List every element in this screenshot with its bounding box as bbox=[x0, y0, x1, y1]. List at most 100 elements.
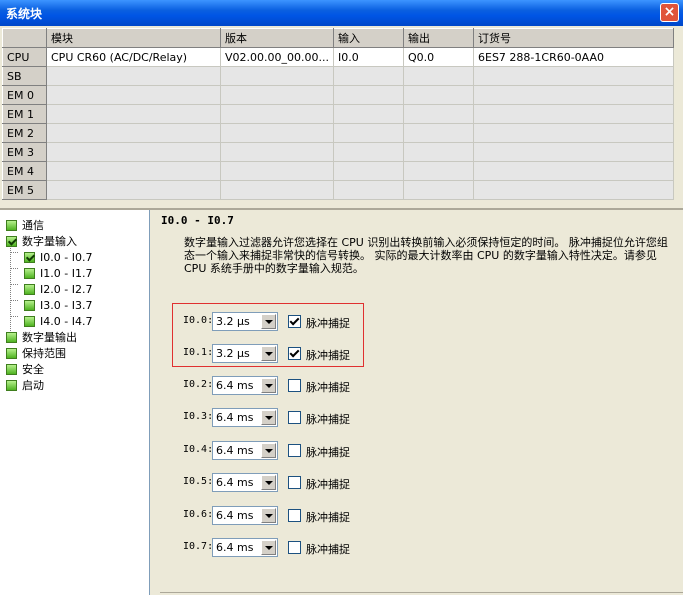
output-cell[interactable] bbox=[403, 161, 474, 181]
filter-time-select[interactable]: 6.4 ms bbox=[212, 408, 278, 427]
table-row[interactable]: SB bbox=[2, 66, 674, 86]
output-cell[interactable] bbox=[403, 66, 474, 86]
order-cell[interactable]: 6ES7 288-1CR60-0AA0 bbox=[473, 47, 674, 67]
input-cell[interactable] bbox=[333, 180, 404, 200]
output-cell[interactable] bbox=[403, 180, 474, 200]
version-cell[interactable] bbox=[220, 123, 334, 143]
module-cell[interactable] bbox=[46, 180, 221, 200]
pulse-capture-checkbox[interactable] bbox=[288, 541, 301, 554]
order-cell[interactable] bbox=[473, 104, 674, 124]
row-header[interactable]: EM 0 bbox=[2, 85, 47, 105]
pulse-capture-label[interactable]: 脉冲捕捉 bbox=[306, 411, 350, 427]
version-cell[interactable] bbox=[220, 104, 334, 124]
highlight-annotation-box bbox=[172, 303, 364, 367]
version-cell[interactable] bbox=[220, 66, 334, 86]
table-row[interactable]: EM 5 bbox=[2, 180, 674, 200]
input-cell[interactable] bbox=[333, 85, 404, 105]
pulse-capture-label[interactable]: 脉冲捕捉 bbox=[306, 476, 350, 492]
input-cell[interactable]: I0.0 bbox=[333, 47, 404, 67]
table-row[interactable]: EM 1 bbox=[2, 104, 674, 124]
version-cell[interactable]: V02.00.00_00.00... bbox=[220, 47, 334, 67]
column-header-version[interactable]: 版本 bbox=[220, 28, 334, 48]
chevron-down-icon[interactable] bbox=[261, 443, 276, 458]
version-cell[interactable] bbox=[220, 180, 334, 200]
input-cell[interactable] bbox=[333, 161, 404, 181]
order-cell[interactable] bbox=[473, 161, 674, 181]
row-header[interactable]: SB bbox=[2, 66, 47, 86]
chevron-down-icon[interactable] bbox=[261, 540, 276, 555]
filter-time-select[interactable]: 6.4 ms bbox=[212, 441, 278, 460]
pulse-capture-label[interactable]: 脉冲捕捉 bbox=[306, 379, 350, 395]
row-header[interactable]: EM 1 bbox=[2, 104, 47, 124]
chevron-down-icon[interactable] bbox=[261, 508, 276, 523]
output-cell[interactable] bbox=[403, 142, 474, 162]
module-cell[interactable] bbox=[46, 123, 221, 143]
table-row[interactable]: EM 2 bbox=[2, 123, 674, 143]
column-header-module[interactable]: 模块 bbox=[46, 28, 221, 48]
input-cell[interactable] bbox=[333, 123, 404, 143]
filter-time-value: 6.4 ms bbox=[216, 411, 254, 424]
chevron-down-icon[interactable] bbox=[261, 475, 276, 490]
tree-connector bbox=[10, 268, 18, 269]
pulse-capture-label[interactable]: 脉冲捕捉 bbox=[306, 509, 350, 525]
filter-time-value: 6.4 ms bbox=[216, 541, 254, 554]
module-cell[interactable]: CPU CR60 (AC/DC/Relay) bbox=[46, 47, 221, 67]
module-cell[interactable] bbox=[46, 104, 221, 124]
module-cell[interactable] bbox=[46, 66, 221, 86]
order-cell[interactable] bbox=[473, 123, 674, 143]
tree-item-label: I1.0 - I1.7 bbox=[40, 267, 93, 280]
pulse-capture-label[interactable]: 脉冲捕捉 bbox=[306, 541, 350, 557]
version-cell[interactable] bbox=[220, 161, 334, 181]
order-cell[interactable] bbox=[473, 85, 674, 105]
output-cell[interactable]: Q0.0 bbox=[403, 47, 474, 67]
module-cell[interactable] bbox=[46, 85, 221, 105]
filter-time-select[interactable]: 6.4 ms bbox=[212, 506, 278, 525]
table-row[interactable]: EM 0 bbox=[2, 85, 674, 105]
pulse-capture-checkbox[interactable] bbox=[288, 444, 301, 457]
order-cell[interactable] bbox=[473, 66, 674, 86]
output-cell[interactable] bbox=[403, 104, 474, 124]
tree-item-label: 数字量输入 bbox=[22, 235, 77, 248]
pulse-capture-checkbox[interactable] bbox=[288, 411, 301, 424]
row-header[interactable]: EM 3 bbox=[2, 142, 47, 162]
input-cell[interactable] bbox=[333, 66, 404, 86]
pulse-capture-checkbox[interactable] bbox=[288, 379, 301, 392]
input-cell[interactable] bbox=[333, 142, 404, 162]
pulse-capture-checkbox[interactable] bbox=[288, 509, 301, 522]
table-row[interactable]: EM 4 bbox=[2, 161, 674, 181]
module-cell[interactable] bbox=[46, 161, 221, 181]
tree-item-label: I0.0 - I0.7 bbox=[40, 251, 93, 264]
version-cell[interactable] bbox=[220, 142, 334, 162]
row-header[interactable]: EM 2 bbox=[2, 123, 47, 143]
filter-time-select[interactable]: 6.4 ms bbox=[212, 376, 278, 395]
order-cell[interactable] bbox=[473, 180, 674, 200]
chevron-down-icon[interactable] bbox=[261, 378, 276, 393]
pulse-capture-checkbox[interactable] bbox=[288, 476, 301, 489]
table-row[interactable]: CPU CPU CR60 (AC/DC/Relay) V02.00.00_00.… bbox=[2, 47, 674, 67]
output-cell[interactable] bbox=[403, 85, 474, 105]
chevron-down-icon[interactable] bbox=[261, 410, 276, 425]
row-header[interactable]: EM 5 bbox=[2, 180, 47, 200]
column-header-input[interactable]: 输入 bbox=[333, 28, 404, 48]
row-header[interactable]: EM 4 bbox=[2, 161, 47, 181]
table-header-row: 模块 版本 输入 输出 订货号 bbox=[2, 28, 674, 48]
tree-item-label: I2.0 - I2.7 bbox=[40, 283, 93, 296]
row-header[interactable]: CPU bbox=[2, 47, 47, 67]
table-row[interactable]: EM 3 bbox=[2, 142, 674, 162]
filter-time-select[interactable]: 6.4 ms bbox=[212, 473, 278, 492]
close-button[interactable]: × bbox=[660, 3, 679, 22]
output-cell[interactable] bbox=[403, 123, 474, 143]
filter-time-select[interactable]: 6.4 ms bbox=[212, 538, 278, 557]
input-cell[interactable] bbox=[333, 104, 404, 124]
column-header-output[interactable]: 输出 bbox=[403, 28, 474, 48]
module-cell[interactable] bbox=[46, 142, 221, 162]
title-bar: 系统块 × bbox=[0, 0, 683, 26]
order-cell[interactable] bbox=[473, 142, 674, 162]
column-header-corner bbox=[2, 28, 47, 48]
version-cell[interactable] bbox=[220, 85, 334, 105]
column-header-order-number[interactable]: 订货号 bbox=[473, 28, 674, 48]
status-icon bbox=[24, 268, 35, 279]
status-icon bbox=[6, 220, 17, 231]
input-label: I0.3: bbox=[183, 411, 214, 422]
pulse-capture-label[interactable]: 脉冲捕捉 bbox=[306, 444, 350, 460]
